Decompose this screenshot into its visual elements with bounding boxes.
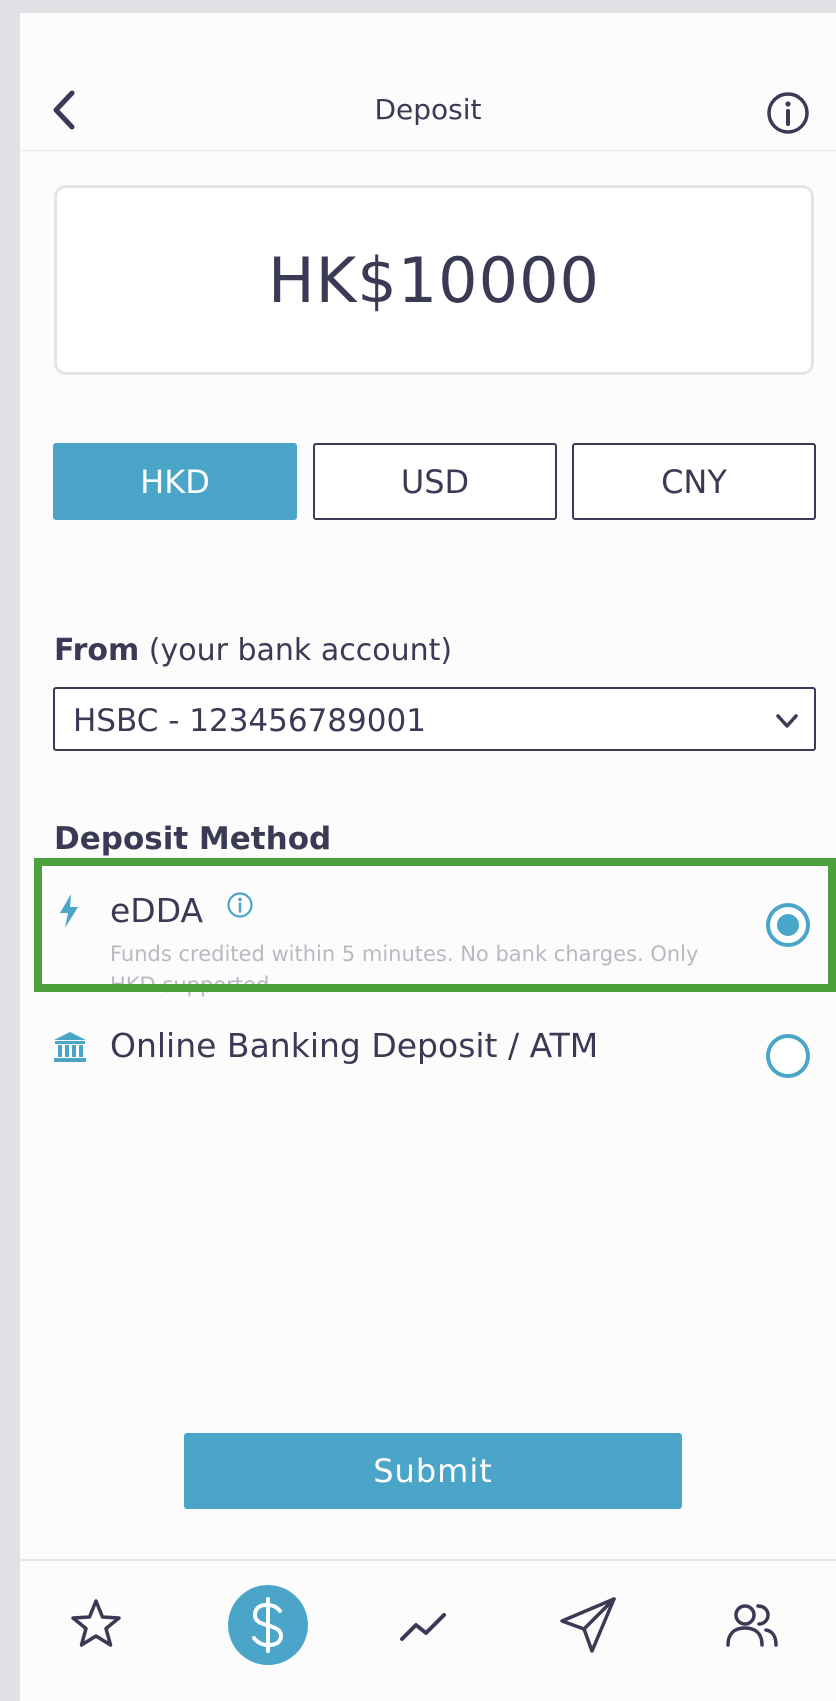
- selection-highlight: [34, 858, 836, 992]
- bank-icon: [54, 1032, 86, 1062]
- from-label-note: (your bank account): [148, 633, 453, 668]
- info-circle-icon: [767, 92, 809, 134]
- nav-favorites[interactable]: [56, 1585, 136, 1665]
- star-icon: [71, 1599, 121, 1647]
- nav-transfer[interactable]: [548, 1585, 628, 1665]
- radio-online-banking[interactable]: [766, 1034, 810, 1078]
- from-label-bold: From: [54, 633, 140, 668]
- bottom-nav: [20, 1559, 836, 1701]
- currency-selector: HKD USD CNY: [53, 443, 816, 521]
- trend-chart-icon: [400, 1613, 446, 1641]
- dollar-icon: [252, 1597, 284, 1653]
- deposit-screen: Deposit HK$10000 HKD USD CNY From (your …: [20, 13, 836, 1701]
- page-title: Deposit: [374, 93, 482, 126]
- bank-account-value: HSBC - 123456789001: [73, 703, 426, 739]
- nav-markets[interactable]: [384, 1585, 464, 1665]
- submit-button[interactable]: Submit: [184, 1433, 682, 1509]
- amount-value: HK$10000: [268, 243, 600, 317]
- nav-profile[interactable]: [712, 1585, 792, 1665]
- deposit-option-name: Online Banking Deposit / ATM: [110, 1026, 599, 1065]
- deposit-option-online-banking[interactable]: Online Banking Deposit / ATM: [20, 1008, 836, 1088]
- from-label: From (your bank account): [54, 633, 452, 668]
- currency-tab-cny[interactable]: CNY: [572, 443, 816, 520]
- info-button[interactable]: [764, 89, 812, 137]
- bank-account-select[interactable]: HSBC - 123456789001: [53, 687, 816, 751]
- currency-tab-usd[interactable]: USD: [313, 443, 557, 520]
- nav-deposit-active[interactable]: [228, 1585, 308, 1665]
- header: Deposit: [20, 13, 836, 151]
- deposit-method-title: Deposit Method: [54, 821, 332, 857]
- currency-tab-hkd[interactable]: HKD: [53, 443, 297, 520]
- users-icon: [726, 1604, 778, 1647]
- amount-display[interactable]: HK$10000: [54, 185, 814, 375]
- send-icon: [560, 1597, 616, 1653]
- chevron-down-icon: [776, 714, 798, 728]
